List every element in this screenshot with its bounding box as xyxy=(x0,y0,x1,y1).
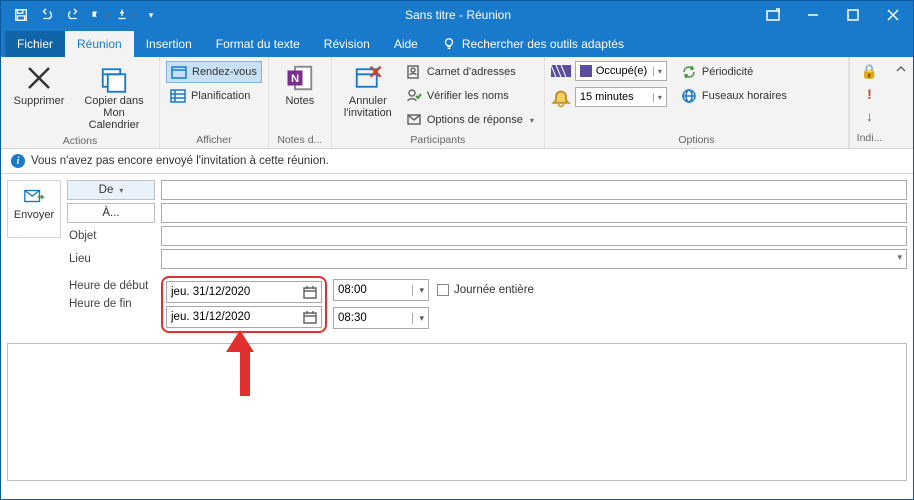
check-names-icon xyxy=(406,88,422,104)
callout-arrow-annotation xyxy=(235,330,254,396)
svg-text:N: N xyxy=(291,73,299,85)
tab-help[interactable]: Aide xyxy=(382,31,430,57)
cancel-invitation-icon xyxy=(353,63,383,93)
ribbon-group-notes: N Notes Notes d... xyxy=(269,57,332,148)
calendar-copy-icon xyxy=(99,63,129,93)
info-icon: i xyxy=(11,154,25,168)
from-button[interactable]: De▾ xyxy=(67,180,155,200)
redo-icon[interactable] xyxy=(61,3,85,27)
address-book-icon xyxy=(406,64,422,80)
delete-icon xyxy=(24,63,54,93)
body-editor[interactable] xyxy=(7,343,907,481)
quick-access-toolbar: ▾ ▾ ▾ xyxy=(1,3,163,27)
end-date-field[interactable]: jeu. 31/12/2020 xyxy=(166,306,322,328)
scheduling-icon xyxy=(170,88,186,104)
end-time-field[interactable]: 08:30▾ xyxy=(333,307,429,329)
recurrence-icon xyxy=(681,64,697,80)
window-title: Sans titre - Réunion xyxy=(163,8,753,22)
onenote-icon: N xyxy=(285,63,315,93)
from-field[interactable] xyxy=(161,180,907,200)
lock-icon[interactable]: 🔒 xyxy=(861,63,878,80)
meeting-form: Envoyer De▾ À... Objet Lieu Heure de déb… xyxy=(1,174,913,339)
notes-button[interactable]: N Notes xyxy=(275,61,325,109)
ribbon-group-actions: Supprimer Copier dans Mon Calendrier Act… xyxy=(1,57,160,148)
copy-calendar-button[interactable]: Copier dans Mon Calendrier xyxy=(75,61,153,133)
send-button[interactable]: Envoyer xyxy=(7,180,61,238)
all-day-checkbox[interactable]: Journée entière xyxy=(437,284,534,296)
minimize-icon[interactable] xyxy=(793,1,833,29)
to-button[interactable]: À... xyxy=(67,203,155,223)
ribbon-group-options: Occupé(e)▾ 15 minutes▾ Périodicité Fusea… xyxy=(545,57,849,148)
touch-mode-icon[interactable]: ▾ xyxy=(113,3,137,27)
send-icon xyxy=(23,187,45,205)
forward-icon[interactable]: ▾ xyxy=(87,3,111,27)
location-field[interactable] xyxy=(161,249,907,269)
appointment-button[interactable]: Rendez-vous xyxy=(166,61,262,83)
ribbon-group-show: Rendez-vous Planification Afficher xyxy=(160,57,269,148)
info-text: Vous n'avez pas encore envoyé l'invitati… xyxy=(31,155,329,167)
check-names-button[interactable]: Vérifier les noms xyxy=(402,85,538,107)
busy-color-icon xyxy=(580,65,592,77)
tab-insert[interactable]: Insertion xyxy=(134,31,204,57)
reminder-dropdown[interactable]: 15 minutes▾ xyxy=(575,87,667,107)
maximize-icon[interactable] xyxy=(833,1,873,29)
to-field[interactable] xyxy=(161,203,907,223)
group-label-actions: Actions xyxy=(7,133,153,147)
ribbon-display-icon[interactable] xyxy=(753,1,793,29)
save-icon[interactable] xyxy=(9,3,33,27)
ribbon-group-indicators: 🔒 ! ↓ Indi... xyxy=(849,57,889,148)
timezones-button[interactable]: Fuseaux horaires xyxy=(677,85,791,107)
subject-label: Objet xyxy=(67,230,155,242)
ribbon-tabs: Fichier Réunion Insertion Format du text… xyxy=(1,29,913,57)
group-label-show: Afficher xyxy=(166,132,262,146)
tab-file[interactable]: Fichier xyxy=(5,31,65,57)
undo-icon[interactable] xyxy=(35,3,59,27)
tab-meeting[interactable]: Réunion xyxy=(65,31,134,57)
show-as-dropdown[interactable]: Occupé(e)▾ xyxy=(575,61,667,81)
tell-me-search[interactable]: Rechercher des outils adaptés xyxy=(430,31,636,57)
close-icon[interactable] xyxy=(873,1,913,29)
lightbulb-icon xyxy=(442,37,456,51)
response-options-button[interactable]: Options de réponse▾ xyxy=(402,109,538,131)
start-date-field[interactable]: jeu. 31/12/2020 xyxy=(166,281,322,303)
ribbon: Supprimer Copier dans Mon Calendrier Act… xyxy=(1,57,913,149)
window-controls xyxy=(753,1,913,29)
show-as-icon xyxy=(551,63,571,79)
appointment-icon xyxy=(171,64,187,80)
collapse-ribbon-icon[interactable] xyxy=(889,57,913,148)
qat-customize-icon[interactable]: ▾ xyxy=(139,3,163,27)
response-options-icon xyxy=(406,112,422,128)
checkbox-icon xyxy=(437,284,449,296)
group-label-participants: Participants xyxy=(338,132,538,146)
globe-icon xyxy=(681,88,697,104)
scheduling-button[interactable]: Planification xyxy=(166,85,262,107)
address-book-button[interactable]: Carnet d'adresses xyxy=(402,61,538,83)
date-highlight-annotation: jeu. 31/12/2020 jeu. 31/12/2020 xyxy=(161,276,327,333)
recurrence-button[interactable]: Périodicité xyxy=(677,61,791,83)
group-label-notes: Notes d... xyxy=(275,132,325,146)
calendar-picker-icon[interactable] xyxy=(303,310,317,324)
start-label: Heure de début xyxy=(67,280,155,292)
title-bar: ▾ ▾ ▾ Sans titre - Réunion xyxy=(1,1,913,29)
delete-button[interactable]: Supprimer xyxy=(7,61,71,109)
reminder-icon xyxy=(551,89,571,105)
importance-low-icon[interactable]: ↓ xyxy=(866,108,873,124)
subject-field[interactable] xyxy=(161,226,907,246)
cancel-invitation-button[interactable]: Annuler l'invitation xyxy=(338,61,398,121)
tab-review[interactable]: Révision xyxy=(312,31,382,57)
calendar-picker-icon[interactable] xyxy=(303,285,317,299)
ribbon-group-participants: Annuler l'invitation Carnet d'adresses V… xyxy=(332,57,545,148)
start-time-field[interactable]: 08:00▾ xyxy=(333,279,429,301)
tab-format[interactable]: Format du texte xyxy=(204,31,312,57)
end-label: Heure de fin xyxy=(67,298,155,310)
location-label: Lieu xyxy=(67,253,155,265)
group-label-options: Options xyxy=(551,132,842,146)
importance-high-icon[interactable]: ! xyxy=(867,86,872,102)
info-bar: i Vous n'avez pas encore envoyé l'invita… xyxy=(1,149,913,174)
